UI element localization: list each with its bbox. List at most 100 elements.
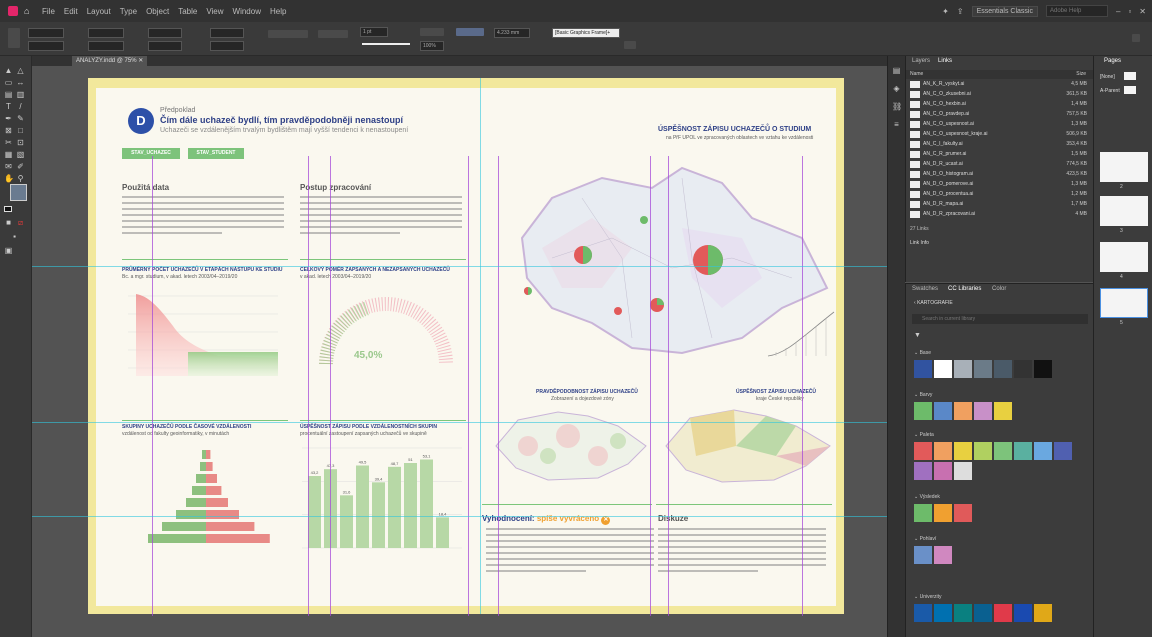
gap-tool-icon[interactable]: ↔ <box>16 78 25 87</box>
swatch-group-label[interactable]: ⌄ Univerzity <box>914 594 942 600</box>
scissors-tool-icon[interactable]: ✂ <box>4 138 13 147</box>
swatch-group-label[interactable]: ⌄ Výsledek <box>914 494 940 500</box>
gradient-feather-icon[interactable]: ▧ <box>16 150 25 159</box>
selection-tool-icon[interactable]: ▲ <box>4 66 13 75</box>
apply-none-icon[interactable]: ⧄ <box>16 218 25 227</box>
default-colors-icon[interactable] <box>4 206 12 212</box>
links-panel-icon[interactable]: ⛓ <box>892 102 902 111</box>
stroke-type-preview[interactable] <box>362 43 410 45</box>
parent-master[interactable]: A-Parent <box>1100 88 1120 94</box>
swatch-group-label[interactable]: ⌄ Paleta <box>914 432 934 438</box>
color-swatch[interactable] <box>1014 442 1032 460</box>
minimize-icon[interactable]: – <box>1116 7 1120 16</box>
link-row[interactable]: AN_D_O_pomerove.ai 1,3 MB <box>908 180 1091 189</box>
menu-object[interactable]: Object <box>146 7 169 16</box>
bulb-icon[interactable]: ✦ <box>942 7 949 16</box>
x-field[interactable] <box>28 28 64 38</box>
eyedropper-icon[interactable]: ✐ <box>16 162 25 171</box>
pen-tool-icon[interactable]: ✒ <box>4 114 13 123</box>
y-field[interactable] <box>28 41 64 51</box>
color-swatch[interactable] <box>914 360 932 378</box>
menu-layout[interactable]: Layout <box>87 7 111 16</box>
color-swatch[interactable] <box>954 504 972 522</box>
scale-y-field[interactable] <box>148 41 182 51</box>
tab-cc-libraries[interactable]: CC Libraries <box>948 286 981 292</box>
color-swatch[interactable] <box>954 402 972 420</box>
formatting-container-icon[interactable]: ▪ <box>10 232 19 241</box>
link-row[interactable]: AN_C_R_prumer.ai 1,5 MB <box>908 150 1091 159</box>
reference-point-icon[interactable] <box>8 28 20 48</box>
hand-tool-icon[interactable]: ✋ <box>4 174 14 183</box>
maximize-icon[interactable]: ▫ <box>1128 7 1131 16</box>
color-swatch[interactable] <box>974 442 992 460</box>
color-swatch[interactable] <box>994 604 1012 622</box>
layers-panel-icon[interactable]: ◈ <box>892 84 901 93</box>
link-row[interactable]: AN_C_O_pravdep.ai 757,5 KB <box>908 110 1091 119</box>
gradient-tool-icon[interactable]: ▦ <box>4 150 13 159</box>
tab-links[interactable]: Links <box>938 58 952 64</box>
pencil-tool-icon[interactable]: ✎ <box>16 114 25 123</box>
screen-mode-icon[interactable]: ▣ <box>4 246 13 255</box>
flip-buttons[interactable] <box>318 30 348 38</box>
none-master-thumb[interactable] <box>1124 72 1136 80</box>
help-search-input[interactable]: Adobe Help <box>1046 5 1108 17</box>
color-swatch[interactable] <box>1034 604 1052 622</box>
stroke-panel-icon[interactable]: ≡ <box>892 120 901 129</box>
pages-panel-icon[interactable]: ▤ <box>892 66 901 75</box>
link-row[interactable]: AN_D_R_mapa.ai 1,7 MB <box>908 200 1091 209</box>
document-tab[interactable]: ANALYZY.indd @ 75% ✕ <box>72 56 148 66</box>
swatch-group-label[interactable]: ⌄ Barvy <box>914 392 932 398</box>
opacity-field[interactable]: 100% <box>420 41 444 51</box>
link-row[interactable]: AN_C_O_uspesnost.ai 1,3 MB <box>908 120 1091 129</box>
none-master[interactable]: [None] <box>1100 74 1115 80</box>
link-row[interactable]: AN_C_I_fakulty.ai 353,4 KB <box>908 140 1091 149</box>
color-swatch[interactable] <box>934 402 952 420</box>
tab-layers[interactable]: Layers <box>912 58 930 64</box>
link-row[interactable]: AN_D_R_zpracovani.ai 4 MB <box>908 210 1091 219</box>
close-tab-icon[interactable]: ✕ <box>138 58 143 64</box>
height-field[interactable] <box>88 41 124 51</box>
document-canvas[interactable]: D Předpoklad Čím dále uchazeč bydlí, tím… <box>32 66 887 637</box>
link-row[interactable]: AN_C_O_zkusebni.ai 361,5 KB <box>908 90 1091 99</box>
transform-buttons[interactable] <box>268 30 308 38</box>
menu-help[interactable]: Help <box>270 7 286 16</box>
color-swatch[interactable] <box>954 462 972 480</box>
stroke-weight-field[interactable]: 1 pt <box>360 27 388 37</box>
color-swatch[interactable] <box>914 462 932 480</box>
share-icon[interactable]: ⇪ <box>957 7 964 16</box>
panel-menu-icon[interactable] <box>1132 34 1140 42</box>
fill-stroke-icons[interactable] <box>420 28 444 36</box>
parent-master-thumb[interactable] <box>1124 86 1136 94</box>
apply-color-icon[interactable]: ■ <box>4 218 13 227</box>
color-swatch[interactable] <box>914 546 932 564</box>
direct-selection-icon[interactable]: △ <box>16 66 25 75</box>
color-swatch[interactable] <box>994 442 1012 460</box>
tab-color[interactable]: Color <box>992 286 1006 292</box>
rectangle-frame-icon[interactable]: ⊠ <box>4 126 13 135</box>
color-swatch[interactable] <box>1014 360 1032 378</box>
link-row[interactable]: AN_K_R_vyskyt.ai 4,5 MB <box>908 80 1091 89</box>
menu-type[interactable]: Type <box>120 7 137 16</box>
menu-table[interactable]: Table <box>178 7 197 16</box>
color-swatch[interactable] <box>1014 604 1032 622</box>
scale-x-field[interactable] <box>148 28 182 38</box>
column-name[interactable]: Name <box>910 71 923 77</box>
link-row[interactable]: AN_D_R_ucast.ai 774,5 KB <box>908 160 1091 169</box>
tab-swatches[interactable]: Swatches <box>912 286 938 292</box>
zoom-tool-icon[interactable]: ⚲ <box>16 174 25 183</box>
color-swatch[interactable] <box>994 402 1012 420</box>
color-swatch[interactable] <box>1034 360 1052 378</box>
page-thumb[interactable] <box>1100 242 1148 272</box>
color-swatch[interactable] <box>914 442 932 460</box>
library-search-input[interactable]: Search in current library <box>912 314 1088 324</box>
color-swatch[interactable] <box>994 360 1012 378</box>
filter-icon[interactable]: ▼ <box>914 332 921 339</box>
link-info-toggle[interactable]: Link Info <box>910 240 929 246</box>
color-swatch[interactable] <box>974 604 992 622</box>
menu-view[interactable]: View <box>206 7 223 16</box>
frame-fitting-field[interactable]: 4.233 mm <box>494 28 530 38</box>
home-icon[interactable]: ⌂ <box>24 6 34 16</box>
note-tool-icon[interactable]: ✉ <box>4 162 13 171</box>
color-swatch[interactable] <box>954 604 972 622</box>
page-thumb[interactable] <box>1100 196 1148 226</box>
